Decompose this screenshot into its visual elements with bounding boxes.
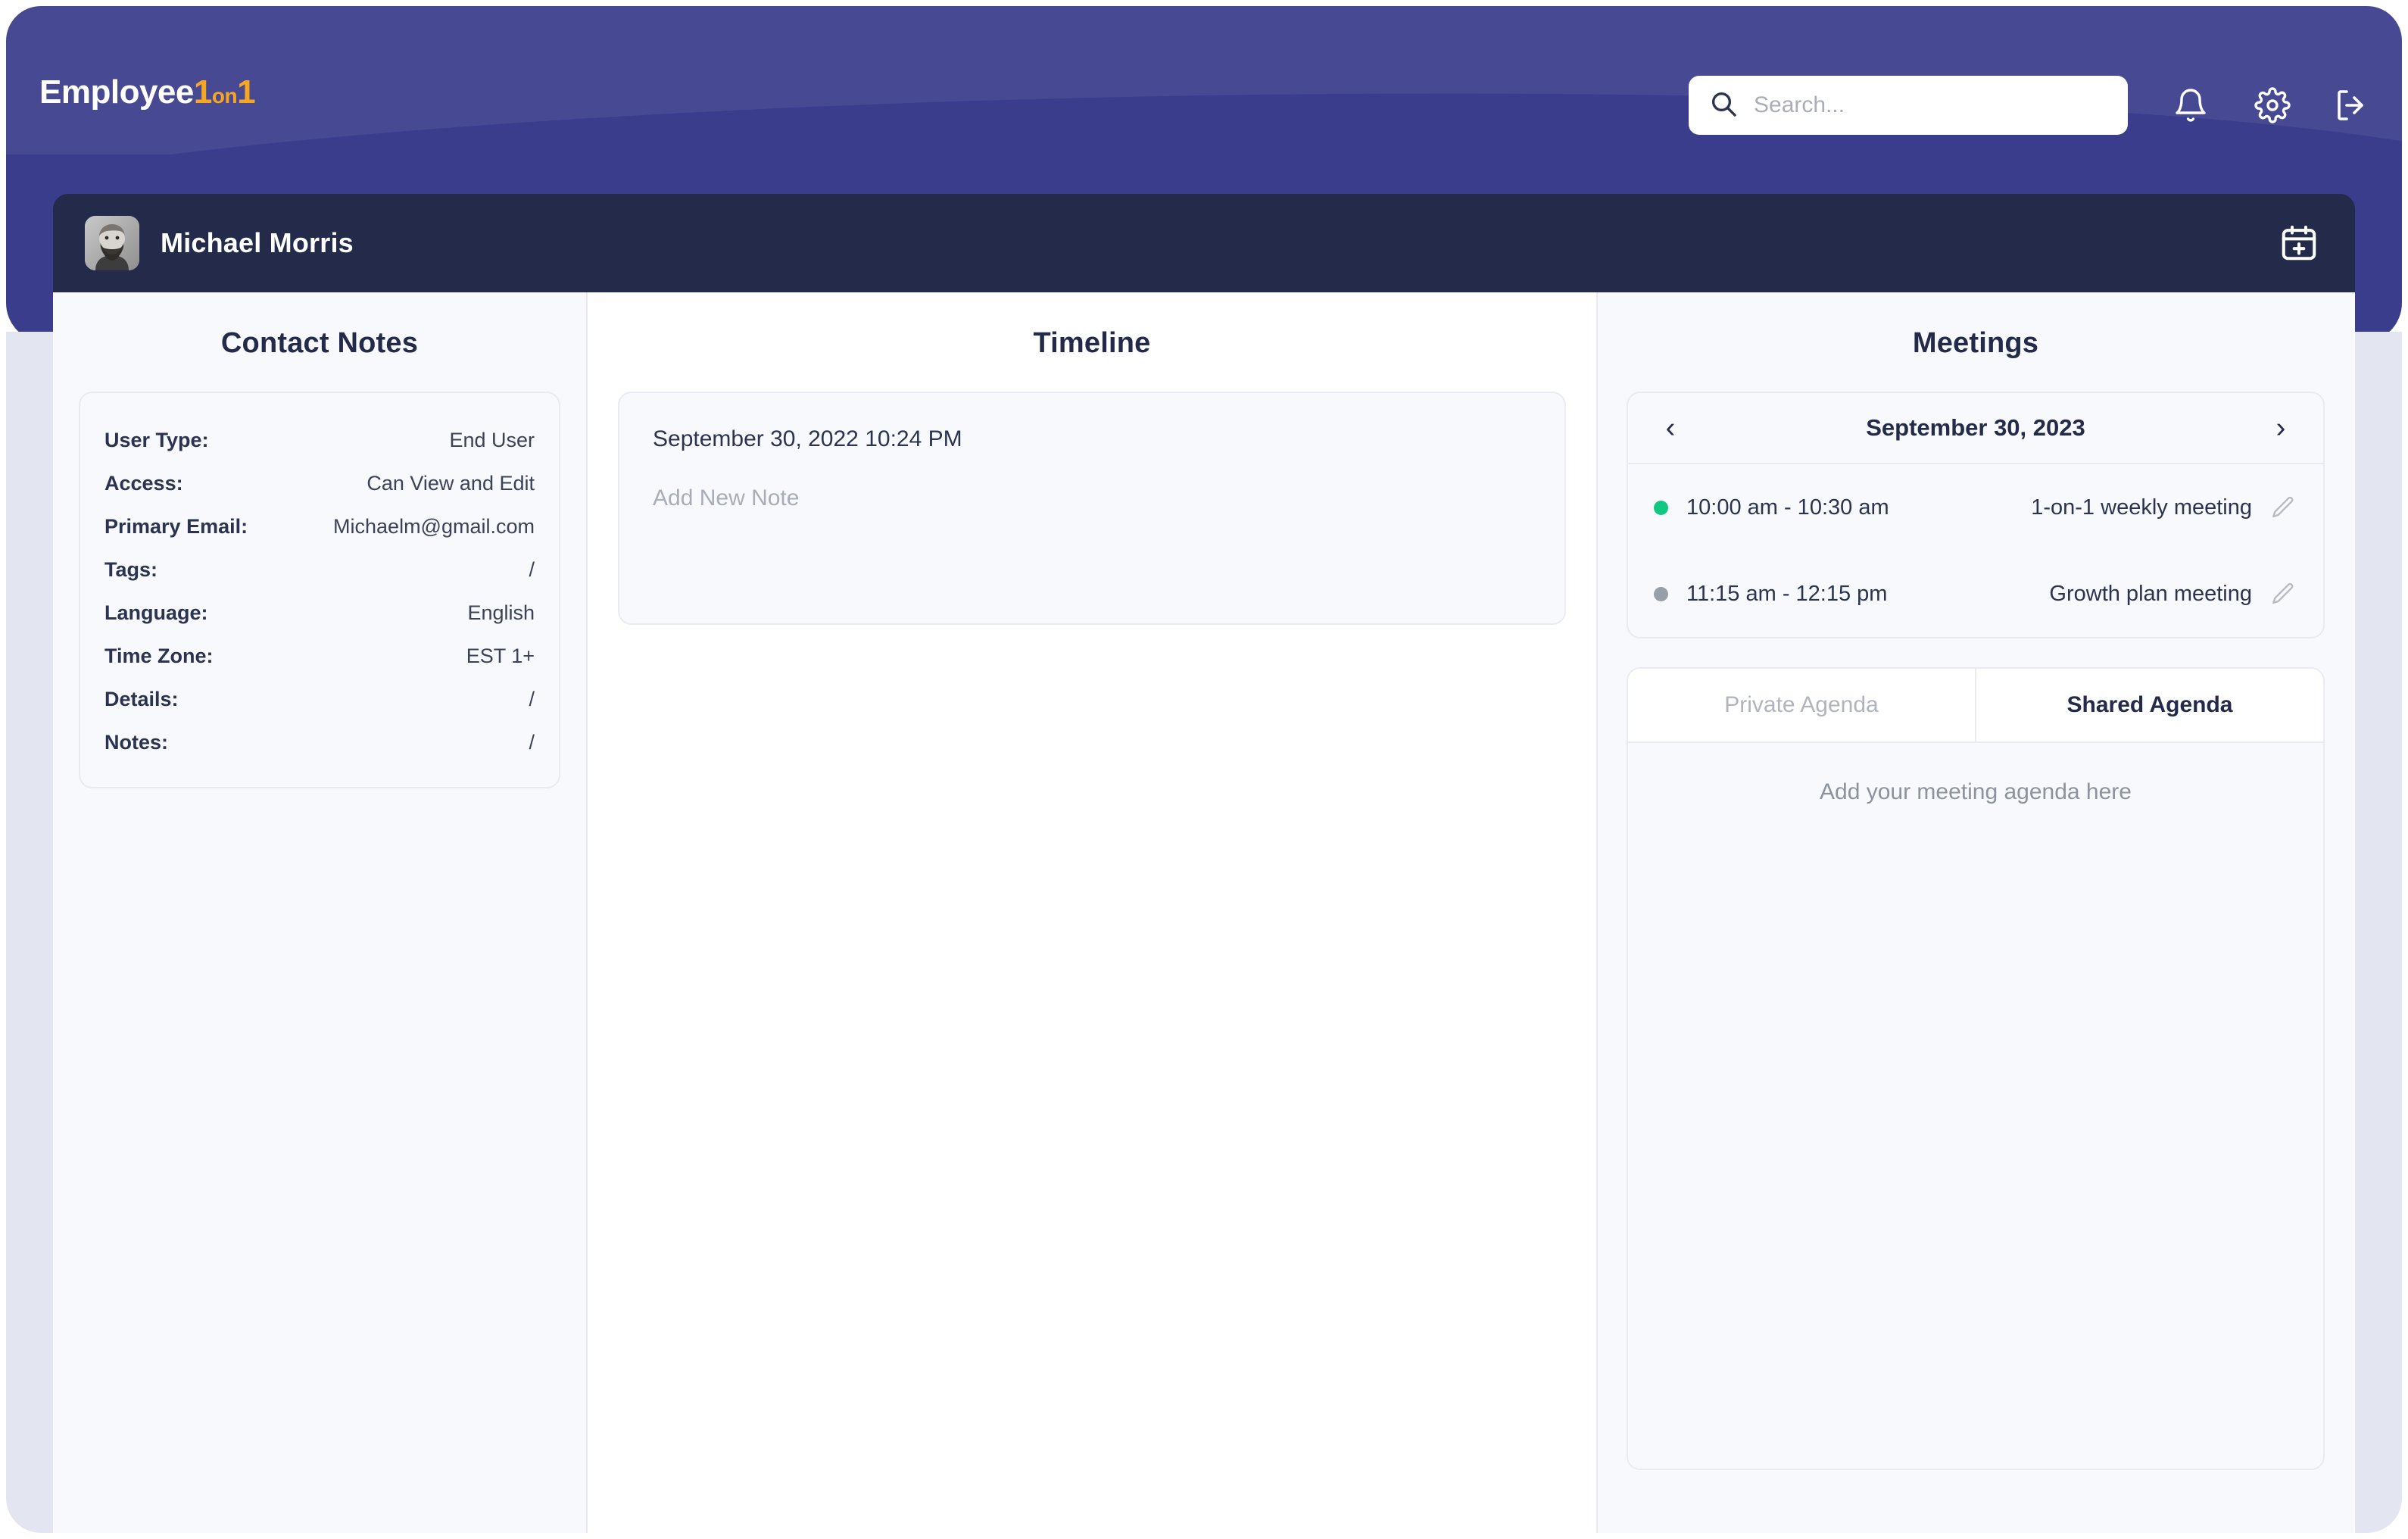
- meeting-title: 1-on-1 weekly meeting: [2031, 495, 2252, 520]
- meeting-title: Growth plan meeting: [2049, 581, 2252, 606]
- notifications-bell-icon[interactable]: [2167, 82, 2214, 129]
- list-item[interactable]: 11:15 am - 12:15 pm Growth plan meeting: [1628, 551, 2323, 637]
- meetings-column: Meetings ‹ September 30, 2023 › 10:00 am…: [1598, 292, 2353, 1533]
- pencil-icon[interactable]: [2269, 579, 2297, 608]
- timeline-card: September 30, 2022 10:24 PM: [618, 392, 1566, 625]
- meetings-card: ‹ September 30, 2023 › 10:00 am - 10:30 …: [1627, 392, 2325, 638]
- meeting-time: 11:15 am - 12:15 pm: [1686, 581, 1888, 606]
- logo-text-one-a: 1: [193, 73, 212, 111]
- table-row: Notes: /: [104, 721, 535, 764]
- add-note-input[interactable]: [653, 485, 1531, 563]
- left-rail: [6, 332, 53, 1533]
- avatar[interactable]: [85, 216, 139, 270]
- note-label: Access:: [104, 472, 183, 495]
- agenda-body[interactable]: Add your meeting agenda here: [1628, 741, 2323, 1469]
- logo-text-on: on: [211, 84, 238, 108]
- tab-shared-agenda[interactable]: Shared Agenda: [1975, 669, 2323, 741]
- next-day-button[interactable]: ›: [2264, 411, 2297, 445]
- table-row: User Type: End User: [104, 419, 535, 462]
- status-dot: [1654, 500, 1668, 515]
- note-value: Can View and Edit: [367, 472, 535, 495]
- table-row: Details: /: [104, 678, 535, 721]
- app-window: Employee1on1 Search... Michael Morris Co…: [6, 6, 2402, 1533]
- list-item[interactable]: 10:00 am - 10:30 am 1-on-1 weekly meetin…: [1628, 464, 2323, 551]
- logo-text-employee: Employee: [39, 73, 194, 111]
- agenda-card: Private Agenda Shared Agenda Add your me…: [1627, 667, 2325, 1470]
- search-icon: [1708, 89, 1739, 123]
- logout-icon[interactable]: [2328, 82, 2375, 129]
- meetings-date-nav: ‹ September 30, 2023 ›: [1628, 393, 2323, 464]
- contact-notes-column: Contact Notes User Type: End User Access…: [53, 292, 588, 1533]
- search-input[interactable]: [1754, 92, 2108, 118]
- note-label: Notes:: [104, 731, 169, 754]
- logo-text-one-b: 1: [237, 73, 256, 111]
- search-box[interactable]: [1689, 76, 2128, 135]
- tab-private-agenda[interactable]: Private Agenda: [1628, 669, 1975, 741]
- note-value: End User: [449, 429, 535, 451]
- table-row: Access: Can View and Edit: [104, 462, 535, 505]
- note-label: Primary Email:: [104, 515, 248, 538]
- meetings-current-date: September 30, 2023: [1866, 414, 2085, 441]
- contact-notes-card: User Type: End User Access: Can View and…: [79, 392, 560, 788]
- prev-day-button[interactable]: ‹: [1654, 411, 1687, 445]
- profile-bar: Michael Morris: [53, 194, 2355, 292]
- note-label: Time Zone:: [104, 645, 214, 667]
- note-value: Michaelm@gmail.com: [333, 515, 535, 538]
- note-value: /: [529, 558, 535, 581]
- settings-gear-icon[interactable]: [2249, 82, 2296, 129]
- timeline-title: Timeline: [1033, 327, 1151, 359]
- status-dot: [1654, 586, 1668, 601]
- table-row: Tags: /: [104, 548, 535, 592]
- note-value: English: [467, 601, 535, 624]
- table-row: Time Zone: EST 1+: [104, 635, 535, 678]
- meeting-time: 10:00 am - 10:30 am: [1686, 495, 1889, 520]
- note-value: /: [529, 688, 535, 710]
- calendar-plus-icon[interactable]: [2275, 219, 2323, 267]
- timeline-column: Timeline September 30, 2022 10:24 PM: [588, 292, 1598, 1533]
- note-value: EST 1+: [466, 645, 535, 667]
- note-label: User Type:: [104, 429, 209, 451]
- right-rail: [2355, 332, 2402, 1533]
- contact-notes-title: Contact Notes: [220, 327, 419, 359]
- table-row: Primary Email: Michaelm@gmail.com: [104, 505, 535, 548]
- note-value: /: [529, 731, 535, 754]
- agenda-placeholder: Add your meeting agenda here: [1820, 779, 2132, 804]
- note-label: Language:: [104, 601, 208, 624]
- meetings-title: Meetings: [1912, 327, 2039, 359]
- agenda-tabs: Private Agenda Shared Agenda: [1628, 669, 2323, 741]
- app-logo[interactable]: Employee1on1: [39, 73, 256, 111]
- timeline-entry-date: September 30, 2022 10:24 PM: [653, 426, 962, 451]
- table-row: Language: English: [104, 592, 535, 635]
- main-content: Contact Notes User Type: End User Access…: [53, 292, 2355, 1533]
- note-label: Tags:: [104, 558, 158, 581]
- note-label: Details:: [104, 688, 179, 710]
- pencil-icon[interactable]: [2269, 493, 2297, 522]
- profile-name: Michael Morris: [161, 227, 354, 258]
